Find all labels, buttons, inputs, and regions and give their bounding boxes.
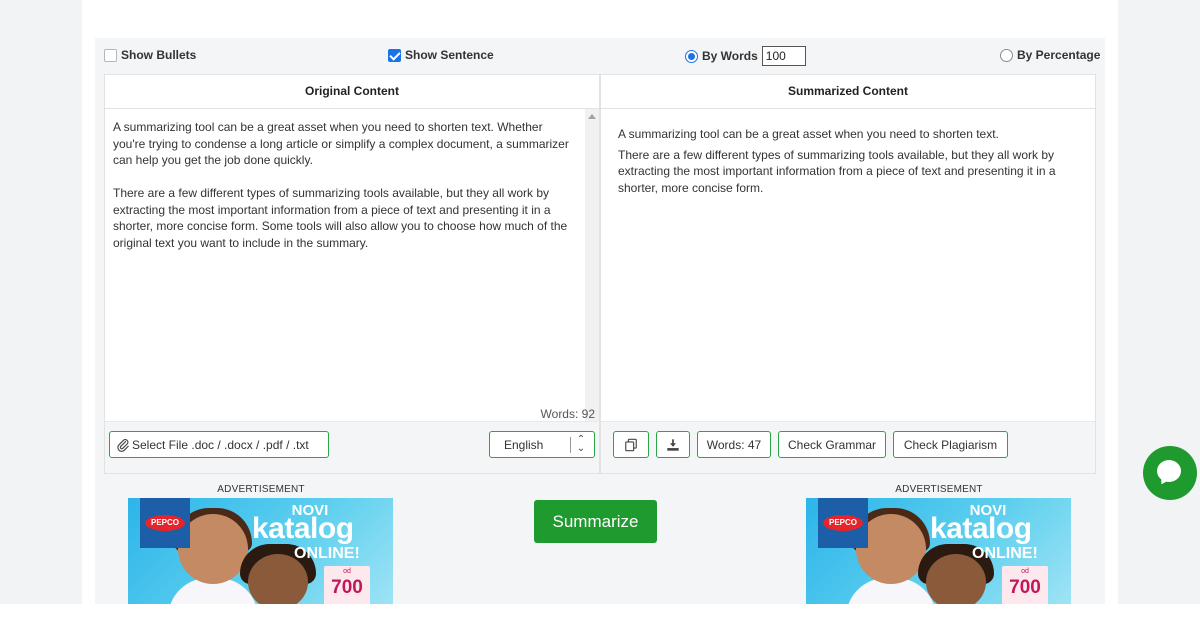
ad-price-value: 700: [1009, 577, 1041, 598]
ad-logo-box: PEPCO: [140, 498, 190, 548]
ad-katalog-text: katalog: [930, 512, 1032, 545]
summarized-text-area: A summarizing tool can be a great asset …: [601, 109, 1095, 421]
ad-online-text: ONLINE!: [294, 545, 360, 562]
by-percentage-label: By Percentage: [1017, 48, 1101, 62]
summarized-content-title: Summarized Content: [601, 75, 1095, 109]
ad-label: ADVERTISEMENT: [895, 484, 983, 495]
show-sentence-checkbox[interactable]: [388, 48, 401, 62]
original-content-panel: Original Content A summarizing tool can …: [104, 74, 600, 474]
show-bullets-label: Show Bullets: [121, 48, 197, 62]
pepco-logo: PEPCO: [145, 515, 185, 531]
scroll-up-arrow-icon[interactable]: [588, 114, 596, 119]
paperclip-icon: [117, 438, 129, 452]
chevron-up-down-icon: ⌃ ⌄: [576, 434, 586, 454]
by-words-option[interactable]: By Words: [685, 46, 806, 66]
original-word-count: Words: 92: [540, 407, 595, 421]
page-bottom-strip: [0, 604, 1200, 630]
original-scrollbar[interactable]: [585, 109, 599, 421]
ad-price-value: 700: [331, 577, 363, 598]
language-select[interactable]: English ⌃ ⌄: [489, 431, 595, 458]
check-grammar-button[interactable]: Check Grammar: [778, 431, 886, 458]
advertisement-left: ADVERTISEMENT PEPCO NOVI katalog ONLINE!…: [104, 484, 418, 604]
original-text-area[interactable]: A summarizing tool can be a great asset …: [105, 109, 599, 421]
ad-banner[interactable]: PEPCO NOVI katalog ONLINE! od 700: [806, 498, 1071, 604]
download-button[interactable]: [656, 431, 690, 458]
chat-widget-button[interactable]: [1143, 446, 1197, 500]
original-footer: Select File .doc / .docx / .pdf / .txt E…: [105, 421, 599, 473]
show-bullets-option[interactable]: Show Bullets: [104, 48, 196, 62]
ad-price-badge: od 700: [1002, 566, 1048, 604]
word-limit-input[interactable]: [761, 46, 806, 66]
show-sentence-option[interactable]: Show Sentence: [388, 48, 494, 62]
ad-price-prefix: od: [343, 568, 351, 575]
by-words-radio[interactable]: [685, 49, 698, 63]
summary-paragraph: A summarizing tool can be a great asset …: [618, 127, 999, 141]
original-paragraph: A summarizing tool can be a great asset …: [113, 120, 569, 167]
original-paragraph: There are a few different types of summa…: [113, 186, 568, 250]
options-bar: Show Bullets Show Sentence By Words By P…: [95, 38, 1105, 74]
download-icon: [667, 438, 679, 451]
show-bullets-checkbox[interactable]: [104, 48, 117, 62]
by-words-label: By Words: [702, 49, 758, 63]
summarized-footer: Words: 47 Check Grammar Check Plagiarism: [601, 421, 1095, 473]
word-count-button[interactable]: Words: 47: [697, 431, 771, 458]
select-file-button[interactable]: Select File .doc / .docx / .pdf / .txt: [109, 431, 329, 458]
ad-price-prefix: od: [1021, 568, 1029, 575]
ad-price-badge: od 700: [324, 566, 370, 604]
advertisement-right: ADVERTISEMENT PEPCO NOVI katalog ONLINE!…: [782, 484, 1096, 604]
ad-katalog-text: katalog: [252, 512, 354, 545]
ad-label: ADVERTISEMENT: [217, 484, 305, 495]
summary-paragraph: There are a few different types of summa…: [618, 147, 1056, 195]
copy-button[interactable]: [613, 431, 649, 458]
original-content-title: Original Content: [105, 75, 599, 109]
select-file-label: Select File .doc / .docx / .pdf / .txt: [132, 437, 309, 452]
by-percentage-option[interactable]: By Percentage: [1000, 48, 1100, 62]
language-selected-value: English: [504, 438, 544, 452]
summarized-content-panel: Summarized Content A summarizing tool ca…: [600, 74, 1096, 474]
summarize-button[interactable]: Summarize: [534, 500, 657, 543]
summarizer-tool: Show Bullets Show Sentence By Words By P…: [95, 38, 1105, 604]
pepco-logo: PEPCO: [823, 515, 863, 531]
copy-icon: [625, 438, 637, 451]
check-plagiarism-button[interactable]: Check Plagiarism: [893, 431, 1008, 458]
select-divider: [570, 437, 571, 453]
ad-logo-box: PEPCO: [818, 498, 868, 548]
show-sentence-label: Show Sentence: [405, 48, 494, 62]
by-percentage-radio[interactable]: [1000, 48, 1013, 62]
ad-online-text: ONLINE!: [972, 545, 1038, 562]
ad-banner[interactable]: PEPCO NOVI katalog ONLINE! od 700: [128, 498, 393, 604]
